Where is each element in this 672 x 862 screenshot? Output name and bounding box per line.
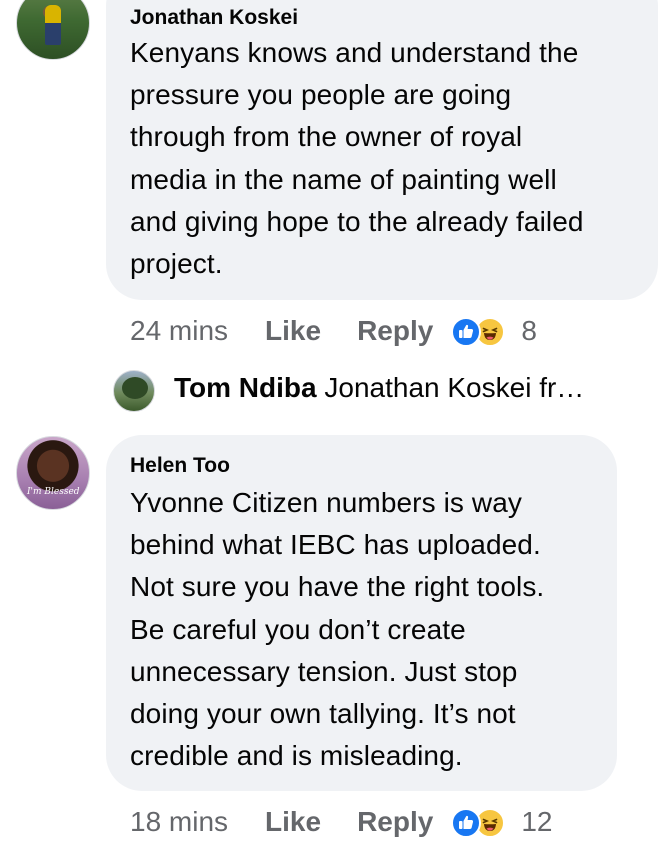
comment-author[interactable]: Helen Too <box>130 454 230 478</box>
avatar-tree <box>122 377 148 399</box>
avatar-figure <box>45 5 61 45</box>
comment-line: Not sure you have the right tools. <box>130 571 545 603</box>
comment-author[interactable]: Jonathan Koskei <box>130 6 298 30</box>
comment-line: through from the owner of royal <box>130 121 523 153</box>
avatar-jonathan-koskei[interactable] <box>16 0 90 60</box>
reactions-summary[interactable] <box>451 315 511 347</box>
reply-preview[interactable]: Tom Ndiba Jonathan Koskei fr… <box>174 372 584 404</box>
comment-line: doing your own tallying. It’s not <box>130 698 516 730</box>
reaction-count: 8 <box>521 315 537 346</box>
reaction-count: 12 <box>521 806 553 837</box>
avatar-signature: I'm Blessed <box>27 487 80 497</box>
comment-line: pressure you people are going <box>130 79 512 111</box>
reply-button[interactable]: Reply <box>357 315 433 347</box>
comment-actions: 24 mins Like Reply 8 <box>130 315 537 347</box>
comment-line: project. <box>130 248 223 280</box>
thumbs-up-icon <box>451 808 482 838</box>
comment-line: behind what IEBC has uploaded. <box>130 529 541 561</box>
comment-text: Yvonne Citizen numbers is way behind wha… <box>130 482 544 777</box>
comment-line: and giving hope to the already failed <box>130 205 584 237</box>
reply-snippet: Jonathan Koskei fr… <box>324 372 585 403</box>
avatar-helen-too[interactable]: I'm Blessed <box>16 436 90 510</box>
reactions-summary[interactable] <box>451 806 511 838</box>
like-button[interactable]: Like <box>265 315 321 347</box>
comment-timestamp[interactable]: 24 mins <box>130 315 228 347</box>
avatar-tom-ndiba[interactable] <box>113 370 155 412</box>
comment-text: Kenyans knows and understand the pressur… <box>130 32 584 285</box>
comment-line: media in the name of painting well <box>130 163 557 195</box>
reply-author[interactable]: Tom Ndiba <box>174 372 317 403</box>
comment-timestamp[interactable]: 18 mins <box>130 806 228 838</box>
reply-button[interactable]: Reply <box>357 806 433 838</box>
comment-line: unnecessary tension. Just stop <box>130 655 518 687</box>
comment-line: Kenyans knows and understand the <box>130 37 579 68</box>
comment-line: credible and is misleading. <box>130 740 463 772</box>
thumbs-up-icon <box>451 317 482 347</box>
comment-line: Be careful you don’t create <box>130 613 466 645</box>
comment-actions: 18 mins Like Reply 12 <box>130 806 552 838</box>
like-button[interactable]: Like <box>265 806 321 838</box>
comment-line: Yvonne Citizen numbers is way <box>130 487 522 518</box>
